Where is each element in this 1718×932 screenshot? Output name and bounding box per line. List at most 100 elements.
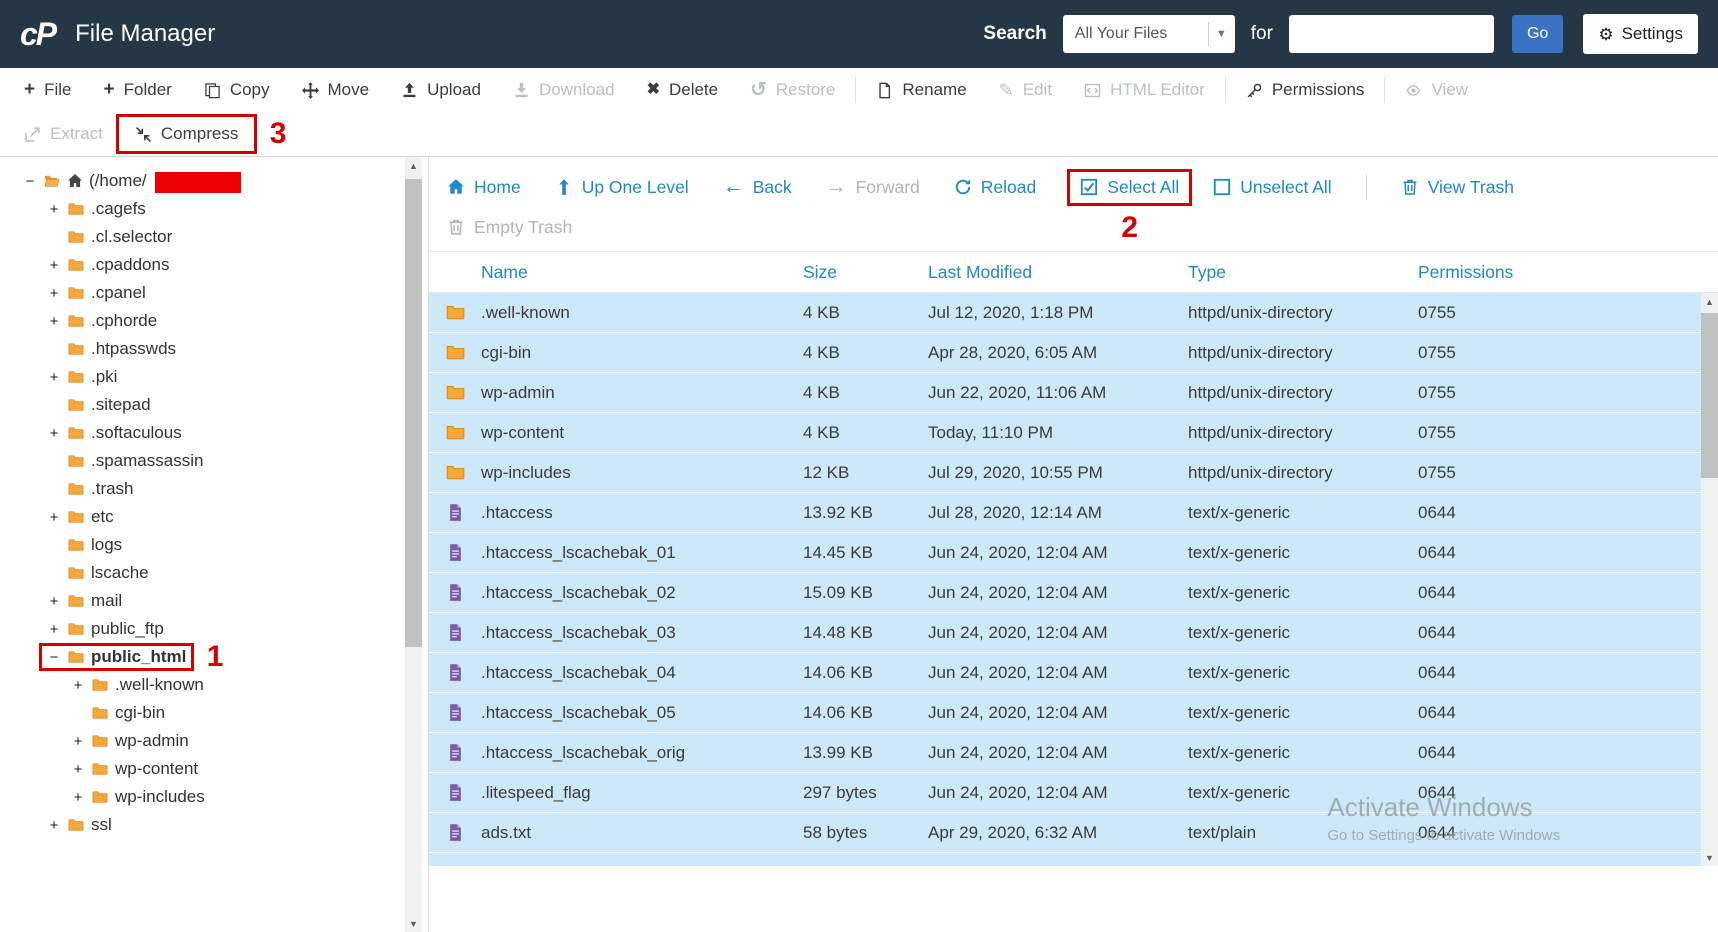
column-header-last-modified[interactable]: Last Modified [928,262,1188,283]
expand-toggle[interactable]: + [71,677,85,694]
tree-item-public-html[interactable]: − public_html 1 [12,640,428,673]
unselect-all-button[interactable]: Unselect All [1213,177,1332,198]
expand-toggle[interactable]: + [71,761,85,778]
file-row-wp-includes[interactable]: wp-includes 12 KB Jul 29, 2020, 10:55 PM ht… [429,453,1718,493]
annotation-number-1: 1 [206,640,224,673]
tree-item-label: etc [91,507,114,526]
column-header-size[interactable]: Size [803,262,928,283]
go-button[interactable]: Go [1511,15,1564,53]
file-row-htaccess[interactable]: .htaccess 13.92 KB Jul 28, 2020, 12:14 AM t… [429,493,1718,533]
collapse-toggle[interactable]: − [47,649,61,666]
tree-item-trash[interactable]: .trash [12,475,428,503]
scroll-down-button[interactable]: ▼ [405,915,422,932]
permissions-button[interactable]: Permissions [1230,73,1381,107]
expand-toggle[interactable]: + [47,621,61,638]
empty-trash-label: Empty Trash [474,216,573,237]
expand-toggle[interactable]: + [71,789,85,806]
tree-item-inner: + .softaculous [42,422,187,444]
eye-icon [1405,82,1422,99]
expand-toggle[interactable]: + [47,509,61,526]
tree-item-lscache[interactable]: lscache [12,559,428,587]
tree-item-softaculous[interactable]: + .softaculous [12,419,428,447]
tree-item-sitepad[interactable]: .sitepad [12,391,428,419]
expand-toggle[interactable]: + [47,817,61,834]
tree-item-cagefs[interactable]: + .cagefs [12,195,428,223]
tree-item-wp-admin[interactable]: + wp-admin [12,727,428,755]
expand-toggle[interactable]: + [47,313,61,330]
expand-toggle[interactable]: + [47,593,61,610]
tree-item-logs[interactable]: logs [12,531,428,559]
search-scope-select[interactable]: All Your Files ▼ [1062,15,1235,53]
scroll-up-button[interactable]: ▲ [1701,293,1718,310]
expand-toggle[interactable]: + [71,733,85,750]
tree-item-etc[interactable]: + etc [12,503,428,531]
file-row-wp-admin[interactable]: wp-admin 4 KB Jun 22, 2020, 11:06 AM httpd/… [429,373,1718,413]
search-input[interactable] [1288,15,1494,53]
expand-toggle[interactable]: + [47,257,61,274]
scrollbar-thumb[interactable] [1701,313,1718,478]
file-icon [446,623,465,642]
column-header-type[interactable]: Type [1188,262,1418,283]
file-row-htaccess-lscachebak-04[interactable]: .htaccess_lscachebak_04 14.06 KB Jun 24, 2… [429,653,1718,693]
tree-item-well-known[interactable]: + .well-known [12,671,428,699]
tree-item-htpasswds[interactable]: .htpasswds [12,335,428,363]
copy-button[interactable]: Copy [188,73,286,107]
collapse-toggle[interactable]: − [23,173,37,190]
upload-button[interactable]: Upload [385,73,497,107]
view-trash-button[interactable]: View Trash [1401,177,1514,198]
folder-button[interactable]: + Folder [88,73,188,107]
column-header-permissions[interactable]: Permissions [1418,262,1718,283]
delete-button[interactable]: ✖ Delete [631,73,735,107]
file-row-htaccess-lscachebak-05[interactable]: .htaccess_lscachebak_05 14.06 KB Jun 24, 2… [429,693,1718,733]
scroll-up-button[interactable]: ▲ [405,157,422,174]
expand-toggle[interactable]: + [47,369,61,386]
file-row-htaccess-lscachebak-02[interactable]: .htaccess_lscachebak_02 15.09 KB Jun 24, 2… [429,573,1718,613]
scroll-down-button[interactable]: ▼ [1701,849,1718,866]
tree-item-mail[interactable]: + mail [12,587,428,615]
settings-button[interactable]: ⚙ Settings [1583,14,1698,54]
file-row-htaccess-lscachebak-01[interactable]: .htaccess_lscachebak_01 14.45 KB Jun 24, 2… [429,533,1718,573]
file-table-scrollbar[interactable]: ▲ ▼ [1701,293,1718,866]
reload-button[interactable]: Reload [954,177,1036,198]
scrollbar-thumb[interactable] [405,179,422,647]
file-row-ads-txt[interactable]: ads.txt 58 bytes Apr 29, 2020, 6:32 AM text… [429,813,1718,853]
file-row-litespeed-flag[interactable]: .litespeed_flag 297 bytes Jun 24, 2020, 12… [429,773,1718,813]
tree-item-public-ftp[interactable]: + public_ftp [12,615,428,643]
file-row-htaccess-lscachebak-orig[interactable]: .htaccess_lscachebak_orig 13.99 KB Jun 24,… [429,733,1718,773]
tree-item-cl-selector[interactable]: .cl.selector [12,223,428,251]
move-button[interactable]: Move [286,73,386,107]
extract-label: Extract [50,124,103,143]
tree-item-home[interactable]: − (/home/ [12,167,428,195]
tree-item-cpaddons[interactable]: + .cpaddons [12,251,428,279]
rename-button[interactable]: Rename [860,73,982,107]
select-all-button[interactable]: Select All 2 [1067,168,1193,244]
file-row-wp-content[interactable]: wp-content 4 KB Today, 11:10 PM httpd/unix-… [429,413,1718,453]
file-button[interactable]: + File [8,73,88,107]
up-one-level-button[interactable]: Up One Level [555,177,689,198]
tree-item-wp-content[interactable]: + wp-content [12,755,428,783]
expand-toggle[interactable]: + [47,201,61,218]
tree-item-spamassassin[interactable]: .spamassassin [12,447,428,475]
tree-item-cgi-bin[interactable]: cgi-bin [12,699,428,727]
file-row-cgi-bin[interactable]: cgi-bin 4 KB Apr 28, 2020, 6:05 AM httpd/un… [429,333,1718,373]
home-button[interactable]: Home [447,177,521,198]
tree-item-ssl[interactable]: + ssl [12,811,428,839]
file-table-body: .well-known 4 KB Jul 12, 2020, 1:18 PM http… [429,293,1718,866]
tree-item-label: logs [91,535,123,554]
tree-item-cpanel[interactable]: + .cpanel [12,279,428,307]
back-button[interactable]: ← Back [723,176,792,198]
column-header-name[interactable]: Name [481,262,803,283]
file-last-modified: Apr 28, 2020, 6:05 AM [928,342,1098,362]
tree-item-pki[interactable]: + .pki [12,363,428,391]
file-row-well-known[interactable]: .well-known 4 KB Jul 12, 2020, 1:18 PM http… [429,293,1718,333]
compress-button[interactable]: Compress 3 [115,114,286,154]
file-row-htaccess-lscachebak-03[interactable]: .htaccess_lscachebak_03 14.48 KB Jun 24, 2… [429,613,1718,653]
tree-item-wp-includes[interactable]: + wp-includes [12,783,428,811]
tree-item-label: public_html [91,647,187,666]
expand-toggle[interactable]: + [47,425,61,442]
file-type: httpd/unix-directory [1188,382,1333,402]
tree-item-inner: .trash [42,478,139,500]
expand-toggle[interactable]: + [47,285,61,302]
tree-scrollbar[interactable]: ▲ ▼ [405,157,422,932]
tree-item-cphorde[interactable]: + .cphorde [12,307,428,335]
